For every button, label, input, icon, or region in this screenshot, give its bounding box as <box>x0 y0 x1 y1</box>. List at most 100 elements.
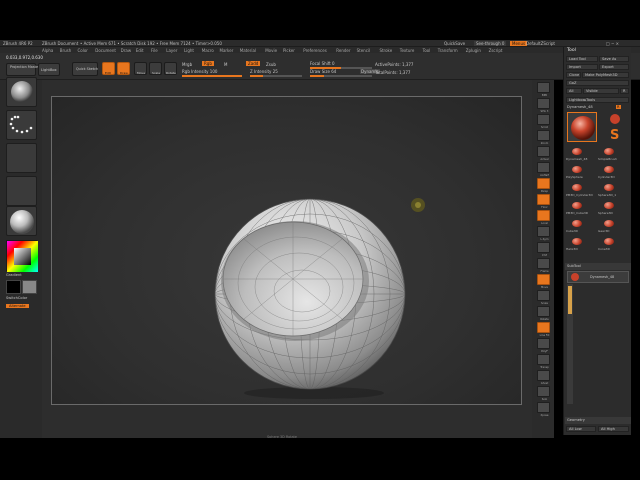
document-canvas[interactable] <box>51 96 522 405</box>
view-aahalf-button[interactable]: AAHalf <box>537 162 550 177</box>
tool-label: Cube3D <box>566 229 578 233</box>
alternate-button[interactable]: Alternate <box>6 304 29 308</box>
material-sphere-icon <box>10 210 34 234</box>
view-xpose-button[interactable]: Xpose <box>537 402 550 417</box>
export-button[interactable]: Export <box>599 64 629 70</box>
brush-cursor-center <box>415 202 421 208</box>
lightbox-button[interactable]: LightBox <box>38 63 60 76</box>
view-solo-button[interactable]: Solo <box>537 386 550 401</box>
tool-thumbnail-dynamesh-48[interactable] <box>570 147 583 157</box>
tool-shape-icon <box>604 202 614 209</box>
subtool-scroll-thumb[interactable] <box>568 286 572 314</box>
visible-button[interactable]: Visible <box>583 88 619 94</box>
import-button[interactable]: Import <box>566 64 598 70</box>
view-floor-button[interactable]: Floor <box>537 194 550 209</box>
view-button-label: BPR <box>541 94 548 97</box>
r-toggle[interactable]: R <box>616 105 621 109</box>
scale-button[interactable]: Scale <box>149 62 162 75</box>
view-spix-3-button[interactable]: SPix 3 <box>537 98 550 113</box>
main-color-swatch[interactable] <box>6 280 21 294</box>
move-button[interactable]: Move <box>134 62 147 75</box>
tool-thumbnail-pm3d-cube3d[interactable] <box>570 201 583 211</box>
zsub-toggle[interactable]: Zsub <box>266 62 276 67</box>
tool-thumbnail-simplebrush[interactable] <box>602 147 615 157</box>
tool-shape-icon <box>572 220 582 227</box>
view-bpr-button[interactable]: BPR <box>537 82 550 97</box>
tool-thumbnail-cylinder3d[interactable] <box>602 165 615 175</box>
gradient-label[interactable]: Gradient <box>6 273 22 277</box>
view-zoom-button[interactable]: Zoom <box>537 130 550 145</box>
switch-color-button[interactable]: SwitchColor <box>6 296 27 300</box>
brush-thumbnail[interactable] <box>6 77 37 107</box>
total-points: TotalPoints: 1,377 <box>375 70 411 75</box>
dots-stroke-icon <box>9 115 33 134</box>
load-tool-button[interactable]: Load Tool <box>566 56 598 62</box>
view-local-button[interactable]: Local <box>537 210 550 225</box>
view-polyf-button[interactable]: PolyF <box>537 338 550 353</box>
quick-sketch-button[interactable]: Quick Sketch <box>72 62 98 76</box>
view-move-button[interactable]: Move <box>537 274 550 289</box>
view-ghost-button[interactable]: Ghost <box>537 370 550 385</box>
tool-shape-icon <box>604 184 614 191</box>
tool-thumbnail-helix3d[interactable] <box>570 237 583 247</box>
window-controls[interactable]: □ − × <box>606 41 619 46</box>
quicksave-button[interactable]: QuickSave <box>444 41 465 46</box>
texture-thumbnail[interactable] <box>6 176 37 206</box>
rotate-button[interactable]: Rotate <box>164 62 177 75</box>
tool-thumbnail-gear3d[interactable] <box>602 219 615 229</box>
projection-master-button[interactable]: Projection Master <box>6 63 39 76</box>
view-button-label: PolyF <box>541 350 548 353</box>
tool-label: Cone3D <box>598 247 610 251</box>
view-l-sym-button[interactable]: L.Sym <box>537 226 550 241</box>
left-shelf: Gradient SwitchColor Alternate <box>0 77 42 438</box>
current-tool-thumbnail[interactable] <box>567 112 597 142</box>
make-polymesh-button[interactable]: Make PolyMesh3D <box>582 72 629 78</box>
tool-thumbnail-cone3d[interactable] <box>602 237 615 247</box>
draw-button[interactable]: Draw <box>117 62 130 75</box>
zadd-toggle[interactable]: Zadd <box>246 61 261 66</box>
tool-thumbnail-pm3d-cylinder3d[interactable] <box>570 183 583 193</box>
view-scroll-button[interactable]: Scroll <box>537 114 550 129</box>
tool-thumbnail-sphere3d[interactable] <box>602 201 615 211</box>
view-actual-button[interactable]: Actual <box>537 146 550 161</box>
save-as-button[interactable]: Save As <box>599 56 629 62</box>
geometry-header[interactable]: Geometry <box>565 417 631 424</box>
tool-thumbnail-sphere3d-1[interactable] <box>602 183 615 193</box>
color-picker[interactable] <box>6 240 38 272</box>
all-button[interactable]: All <box>566 88 582 94</box>
tool-thumbnail-polysphere[interactable] <box>570 165 583 175</box>
all-high-button[interactable]: All High <box>598 426 629 432</box>
secondary-color-swatch[interactable] <box>22 280 37 294</box>
menus-button[interactable]: Menus <box>510 41 528 46</box>
tool-thumbnail-cube3d[interactable] <box>570 219 583 229</box>
see-through-slider[interactable]: See-through 0 <box>474 41 507 46</box>
m-toggle[interactable]: M <box>224 62 227 67</box>
view-scale-button[interactable]: Scale <box>537 290 550 305</box>
default-zscript-button[interactable]: DefaultZScript <box>526 41 555 46</box>
subtool-scrollbar[interactable] <box>567 284 573 404</box>
edit-button[interactable]: Edit <box>102 62 115 75</box>
zbrush-logo-thumbnail[interactable]: S <box>608 127 622 143</box>
goz-button[interactable]: GoZ <box>566 80 629 86</box>
view-persp-button[interactable]: Persp <box>537 178 550 193</box>
view-xyz-button[interactable]: XYZ <box>537 242 550 257</box>
lightbox-tools-button[interactable]: Lightbox▸Tools <box>566 97 629 103</box>
all-low-button[interactable]: All Low <box>566 426 596 432</box>
subtool-item[interactable]: Dynamesh_48 <box>567 271 629 283</box>
sphere-model[interactable] <box>52 97 523 406</box>
material-thumbnail[interactable] <box>6 206 37 236</box>
view-rotate-button[interactable]: Rotate <box>537 306 550 321</box>
alpha-thumbnail[interactable] <box>6 143 37 173</box>
tool-label: PM3D_Cube3D <box>566 211 589 215</box>
view-button-label: Zoom <box>540 142 549 145</box>
clone-button[interactable]: Clone <box>566 72 581 78</box>
view-frame-button[interactable]: Frame <box>537 258 550 273</box>
view-transp-button[interactable]: Transp <box>537 354 550 369</box>
rgb-toggle[interactable]: Rgb <box>202 61 214 66</box>
r-button[interactable]: R <box>620 88 629 94</box>
view-line-fill-button[interactable]: Line Fill <box>537 322 550 337</box>
stroke-thumbnail[interactable] <box>6 110 37 140</box>
mrgb-toggle[interactable]: Mrgb <box>182 62 192 67</box>
subtool-header[interactable]: SubTool <box>565 263 631 270</box>
simplebrush-thumbnail[interactable] <box>608 113 622 127</box>
